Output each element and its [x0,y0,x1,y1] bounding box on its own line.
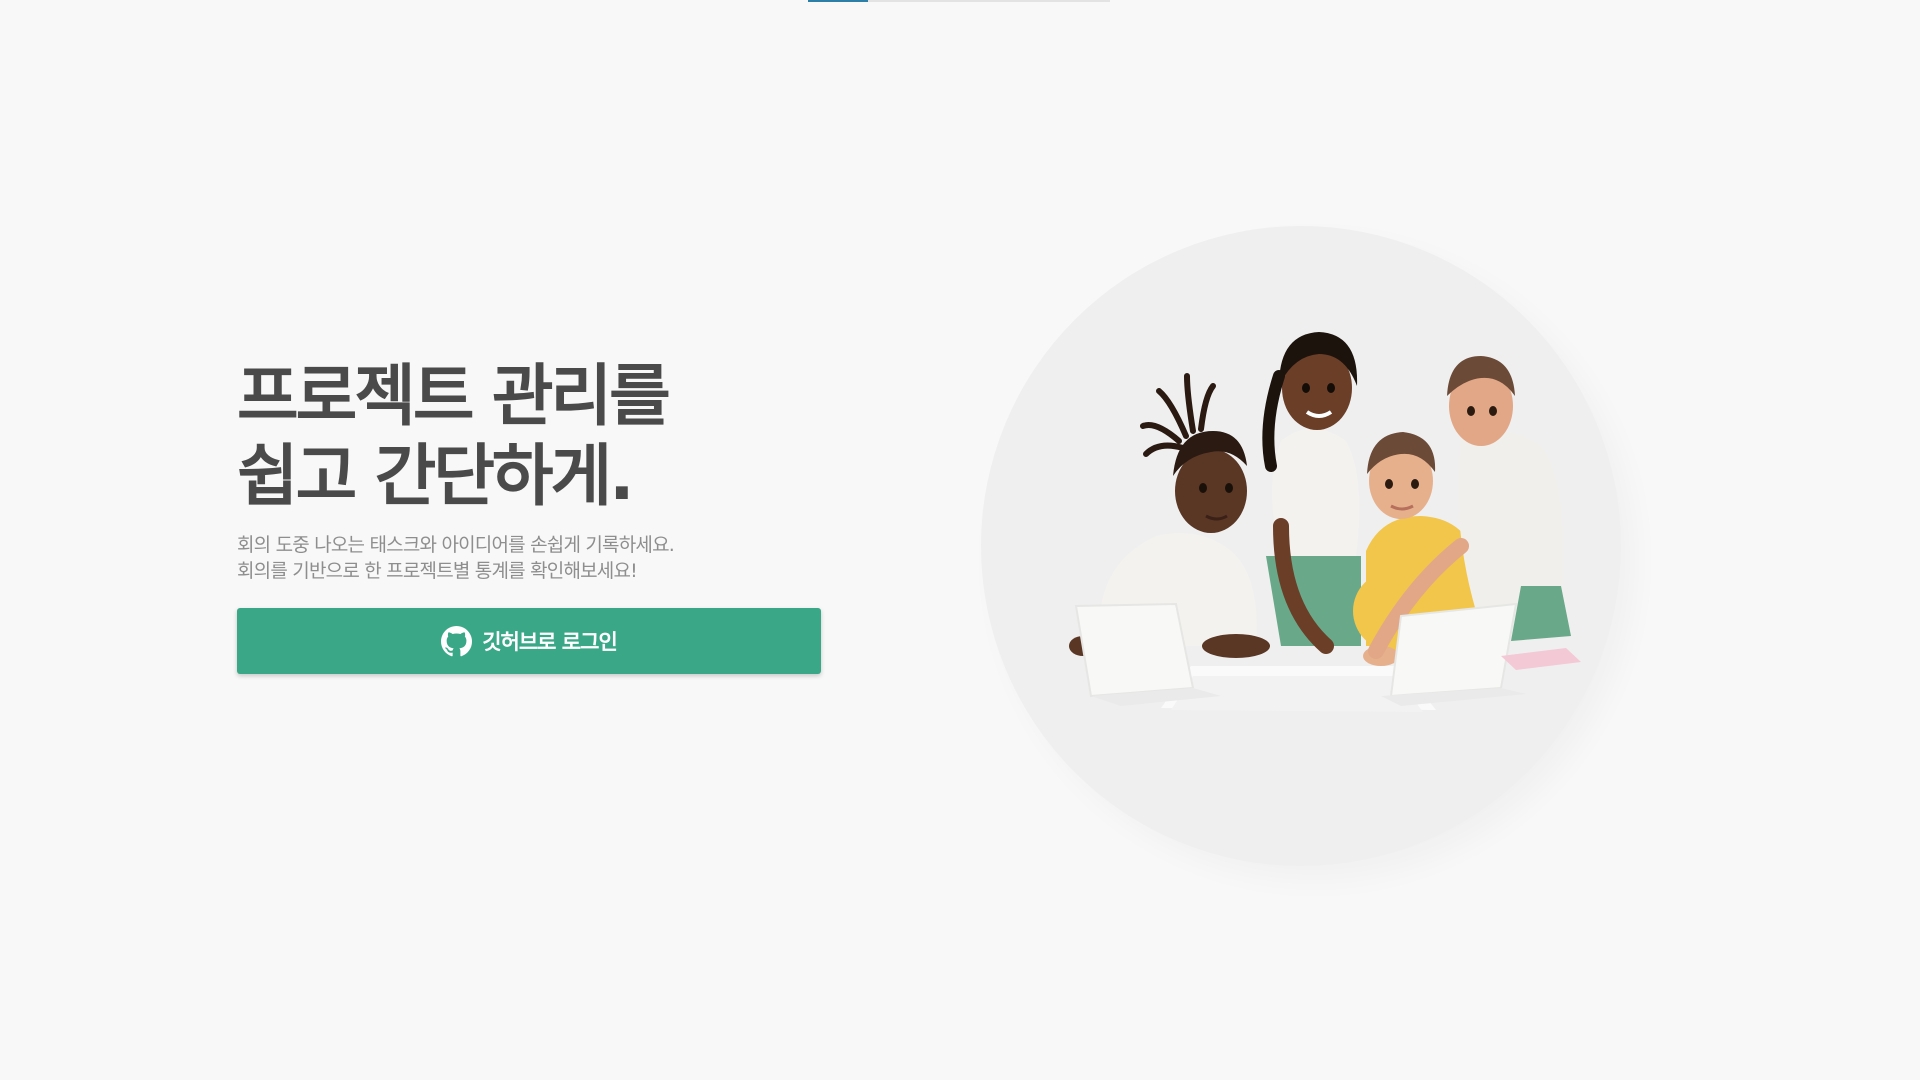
team-collaboration-illustration [1069,332,1581,712]
top-progress-fill [808,0,869,2]
subtitle: 회의 도중 나오는 태스크와 아이디어를 손쉽게 기록하세요. 회의를 기반으로… [237,532,877,584]
subtitle-line-1: 회의 도중 나오는 태스크와 아이디어를 손쉽게 기록하세요. [237,534,675,556]
subtitle-line-2: 회의를 기반으로 한 프로젝트별 통계를 확인해보세요! [237,560,638,582]
headline-line-2: 쉽고 간단하게. [237,437,635,515]
headline-line-1: 프로젝트 관리를 [237,357,671,435]
person-back [1262,332,1361,654]
github-icon [441,625,473,657]
github-login-button[interactable]: 깃허브로 로그인 [237,608,821,674]
notebook [1501,648,1581,670]
github-login-label: 깃허브로 로그인 [482,630,618,654]
top-progress-bar [808,0,1110,2]
hero-text: 프로젝트 관리를 쉽고 간단하게. 회의 도중 나오는 태스크와 아이디어를 손… [237,356,877,584]
headline: 프로젝트 관리를 쉽고 간단하게. [237,356,877,516]
laptop-right [1381,602,1526,706]
landing-page: 프로젝트 관리를 쉽고 간단하게. 회의 도중 나오는 태스크와 아이디어를 손… [0,0,1920,1080]
team-illustration [981,226,1621,866]
